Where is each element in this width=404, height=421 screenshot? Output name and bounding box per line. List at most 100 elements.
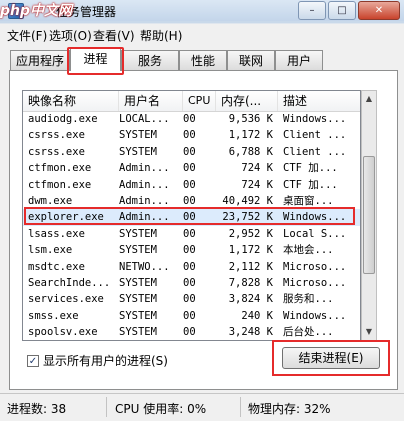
scroll-up-arrow-icon[interactable]: ▲ [362, 91, 376, 107]
process-memory: 724 K [241, 178, 273, 191]
maximize-icon: □ [337, 5, 347, 16]
column-user-name[interactable]: 用户名 [119, 91, 183, 111]
minimize-button[interactable]: – [298, 1, 326, 20]
menu-help[interactable]: 帮助(H) [140, 27, 182, 44]
process-user: LOCAL... [119, 113, 170, 125]
process-memory: 2,112 K [228, 260, 273, 273]
process-memory: 3,824 K [228, 293, 273, 306]
process-description: 本地会... [283, 244, 334, 257]
process-cpu: 00 [183, 293, 196, 306]
table-row[interactable]: lsass.exe SYSTEM 00 2,952 K Local S... [23, 226, 360, 242]
list-header: 映像名称 用户名 CPU 内存(... 描述 [23, 91, 360, 112]
close-icon: ✕ [374, 5, 384, 16]
process-name: audiodg.exe [28, 113, 98, 125]
process-description: Windows... [283, 113, 347, 125]
process-description: Client ... [283, 145, 347, 158]
process-memory: 240 K [241, 309, 273, 322]
process-description: Client ... [283, 129, 347, 142]
process-user: SYSTEM [119, 340, 181, 341]
status-memory: 物理内存: 32% [248, 402, 331, 416]
process-name: lsm.exe [28, 244, 73, 257]
column-memory[interactable]: 内存(... [216, 91, 278, 111]
process-memory: 1,172 K [228, 244, 273, 257]
process-memory: 7,828 K [228, 276, 273, 289]
table-row[interactable]: lsm.exe SYSTEM 00 1,172 K 本地会... [23, 242, 360, 258]
show-all-users-label: 显示所有用户的进程(S) [43, 354, 168, 368]
process-name: lsass.exe [28, 227, 85, 240]
menu-view[interactable]: 查看(V) [93, 27, 135, 44]
process-name: SearchInde... [28, 276, 111, 289]
process-memory: 9,536 K [228, 113, 273, 125]
process-user: SYSTEM [119, 145, 157, 158]
process-cpu: 00 [183, 244, 196, 257]
tab-networking[interactable]: 联网 [227, 50, 275, 70]
process-description: CTF 加... [283, 162, 338, 175]
menu-file[interactable]: 文件(F) [7, 27, 47, 44]
process-memory: 2,952 K [228, 227, 273, 240]
client-area: 应用程序 进程 服务 性能 联网 用户 映像名称 用户名 CPU 内存(... … [0, 43, 404, 393]
process-name: services.exe [28, 293, 104, 306]
process-description: CTF 加... [283, 178, 338, 191]
process-name: msdtc.exe [28, 260, 85, 273]
process-user: SYSTEM [119, 129, 157, 142]
table-row[interactable]: SearchInde... SYSTEM 00 7,828 K Microso... [23, 275, 360, 291]
process-cpu: 00 [183, 309, 196, 322]
process-user: SYSTEM [119, 326, 157, 339]
tab-users[interactable]: 用户 [275, 50, 323, 70]
watermark-logo: php中文网 [0, 3, 73, 19]
process-cpu: 00 [183, 113, 196, 125]
process-cpu: 00 [183, 129, 196, 142]
status-process-count: 进程数: 38 [7, 402, 67, 416]
process-name: csrss.exe [28, 129, 85, 142]
table-row[interactable]: csrss.exe SYSTEM 00 1,172 K Client ... [23, 127, 360, 143]
table-row[interactable]: audiodg.exe LOCAL... 00 9,536 K Windows... [23, 111, 360, 127]
tab-applications[interactable]: 应用程序 [10, 50, 70, 70]
process-name: svchost.exe [28, 340, 118, 341]
table-row[interactable]: spoolsv.exe SYSTEM 00 3,248 K 后台处... [23, 324, 360, 340]
process-memory: 3,248 K [228, 326, 273, 339]
process-name: smss.exe [28, 309, 79, 322]
tab-services[interactable]: 服务 [121, 50, 179, 70]
table-row[interactable]: csrss.exe SYSTEM 00 6,788 K Client ... [23, 144, 360, 160]
show-all-users-row[interactable]: ✓ 显示所有用户的进程(S) [27, 352, 168, 369]
table-row[interactable]: ctfmon.exe Admin... 00 724 K CTF 加... [23, 160, 360, 176]
menu-options[interactable]: 选项(O) [49, 27, 92, 44]
process-cpu: 00 [183, 162, 196, 175]
minimize-icon: – [309, 5, 315, 16]
title-bar: 任务管理器 php中文网 – □ ✕ [0, 0, 404, 21]
process-name: ctfmon.exe [28, 178, 92, 191]
table-row[interactable]: msdtc.exe NETWO... 00 2,112 K Microso... [23, 259, 360, 275]
process-name: csrss.exe [28, 145, 85, 158]
tab-highlight-box [67, 47, 124, 75]
process-memory: 6,788 K [228, 145, 273, 158]
process-description: Windows... [283, 309, 347, 322]
process-rows: audiodg.exe LOCAL... 00 9,536 K Windows... cs… [23, 111, 360, 341]
scroll-down-arrow-icon[interactable]: ▼ [362, 324, 376, 340]
process-cpu: 00 [183, 227, 196, 240]
process-description: Microso... [283, 260, 347, 273]
process-cpu: 00 [183, 326, 196, 339]
table-row[interactable]: ctfmon.exe Admin... 00 724 K CTF 加... [23, 177, 360, 193]
process-user: SYSTEM [119, 227, 157, 240]
column-cpu[interactable]: CPU [183, 91, 216, 111]
process-memory: 724 K [241, 162, 273, 175]
process-cpu: 00 [183, 178, 196, 191]
window-controls: – □ ✕ [296, 1, 400, 20]
column-description[interactable]: 描述 [278, 91, 360, 111]
process-user: Admin... [119, 162, 170, 175]
close-button[interactable]: ✕ [358, 1, 400, 20]
status-separator [240, 397, 241, 417]
process-description: 服务和... [283, 293, 334, 306]
table-row[interactable]: smss.exe SYSTEM 00 240 K Windows... [23, 308, 360, 324]
process-memory: 1,172 K [228, 129, 273, 142]
scroll-thumb[interactable] [363, 156, 375, 274]
status-cpu-usage: CPU 使用率: 0% [115, 402, 207, 416]
show-all-users-checkbox[interactable]: ✓ [27, 354, 39, 367]
tab-performance[interactable]: 性能 [179, 50, 227, 70]
button-highlight-box [272, 340, 390, 376]
column-image-name[interactable]: 映像名称 [23, 91, 119, 111]
vertical-scrollbar[interactable]: ▲ ▼ [361, 90, 377, 341]
table-row[interactable]: services.exe SYSTEM 00 3,824 K 服务和... [23, 291, 360, 307]
maximize-button[interactable]: □ [328, 1, 356, 20]
process-name: ctfmon.exe [28, 162, 92, 175]
